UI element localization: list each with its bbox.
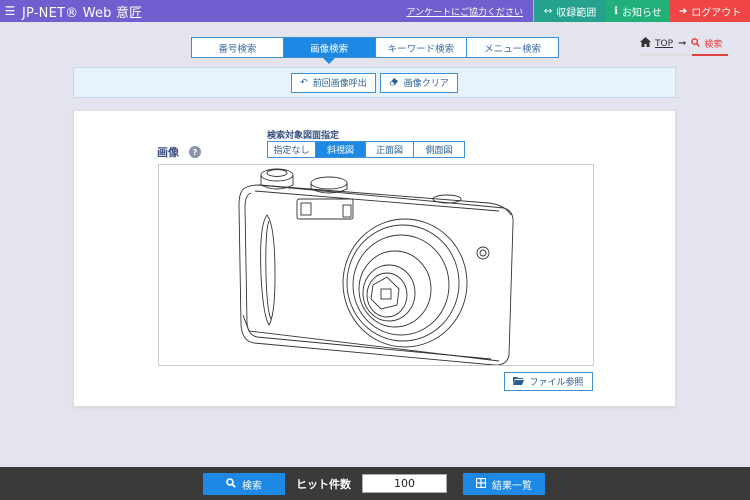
camera-line-drawing xyxy=(159,165,594,366)
logout-label: ログアウト xyxy=(691,4,741,19)
undo-icon: ↶ xyxy=(300,78,308,88)
breadcrumb-top-link[interactable]: TOP xyxy=(655,39,673,49)
view-type-selector: 指定なし 斜視図 正面図 側面図 xyxy=(267,141,465,158)
file-browse-label: ファイル参照 xyxy=(529,375,583,388)
view-option-side[interactable]: 側面図 xyxy=(414,142,464,157)
result-list-button[interactable]: 結果一覧 xyxy=(463,473,545,495)
search-button[interactable]: 検索 xyxy=(203,473,285,495)
view-option-front[interactable]: 正面図 xyxy=(366,142,414,157)
help-icon[interactable]: ? xyxy=(189,146,201,158)
view-type-caption: 検索対象図面指定 xyxy=(267,128,339,141)
view-option-perspective[interactable]: 斜視図 xyxy=(316,142,366,157)
eraser-icon xyxy=(389,77,399,89)
tab-menu-search[interactable]: メニュー検索 xyxy=(467,38,558,57)
result-list-label: 結果一覧 xyxy=(492,477,532,492)
app-title: JP-NET® Web 意匠 xyxy=(22,2,142,21)
breadcrumb-active-underline xyxy=(692,54,728,56)
image-drop-area[interactable] xyxy=(158,164,594,366)
info-icon: i xyxy=(614,6,618,17)
recall-label: 前回画像呼出 xyxy=(313,76,367,89)
logout-button[interactable]: ➜ ログアウト xyxy=(670,0,750,22)
table-icon xyxy=(476,478,486,491)
view-option-none[interactable]: 指定なし xyxy=(268,142,316,157)
coverage-range-button[interactable]: ↔ 収録範囲 xyxy=(534,0,606,22)
tab-keyword-search[interactable]: キーワード検索 xyxy=(376,38,468,57)
search-tabs: 番号検索 画像検索 キーワード検索 メニュー検索 xyxy=(191,37,559,58)
home-icon xyxy=(640,37,651,50)
breadcrumb-current: 検索 xyxy=(691,37,722,50)
image-search-card: 画像 ? 検索対象図面指定 指定なし 斜視図 正面図 側面図 xyxy=(73,110,676,407)
search-icon xyxy=(691,38,700,50)
notice-label: お知らせ xyxy=(622,4,662,19)
coverage-range-label: 収録範囲 xyxy=(556,4,596,19)
breadcrumb-current-label: 検索 xyxy=(704,37,722,50)
tab-image-search[interactable]: 画像検索 xyxy=(284,38,376,57)
arrows-horizontal-icon: ↔ xyxy=(544,6,552,17)
menu-icon[interactable]: ☰ xyxy=(0,0,20,22)
clear-image-button[interactable]: 画像クリア xyxy=(380,73,458,93)
notice-button[interactable]: i お知らせ xyxy=(606,0,670,22)
tab-number-search[interactable]: 番号検索 xyxy=(192,38,284,57)
search-icon xyxy=(226,478,236,491)
clear-label: 画像クリア xyxy=(404,76,449,89)
hit-count-field[interactable] xyxy=(362,474,447,493)
hit-count-label: ヒット件数 xyxy=(296,476,351,492)
logout-icon: ➜ xyxy=(679,6,687,17)
image-field-label: 画像 ? xyxy=(157,144,201,160)
recall-previous-image-button[interactable]: ↶ 前回画像呼出 xyxy=(291,73,376,93)
search-button-label: 検索 xyxy=(242,477,262,492)
folder-open-icon xyxy=(513,376,524,388)
top-header: ☰ JP-NET® Web 意匠 アンケートにご協力ください ↔ 収録範囲 i … xyxy=(0,0,750,22)
image-toolbar: ↶ 前回画像呼出 画像クリア xyxy=(73,67,676,98)
file-browse-button[interactable]: ファイル参照 xyxy=(504,372,593,391)
survey-link[interactable]: アンケートにご協力ください xyxy=(397,0,533,22)
breadcrumb: TOP ➞ 検索 xyxy=(640,37,722,50)
arrow-right-icon: ➞ xyxy=(678,38,686,49)
bottom-action-bar: 検索 ヒット件数 結果一覧 xyxy=(0,467,750,500)
